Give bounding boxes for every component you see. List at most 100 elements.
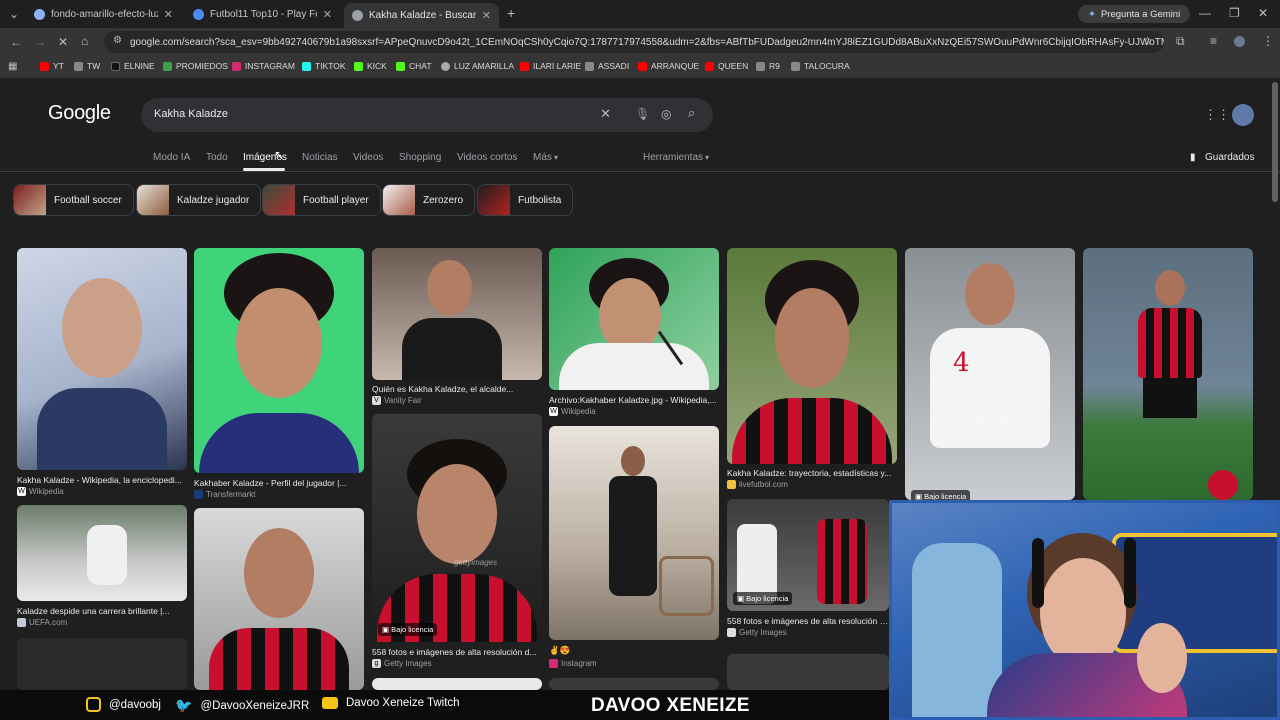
chip-zerozero[interactable]: Zerozero [382, 184, 476, 216]
search-box[interactable]: Kakha Kaladze ✕ 🎙 ◎ ⌕ [141, 98, 713, 132]
result-image[interactable] [372, 248, 542, 380]
result-card[interactable]: Kakha Kaladze - Wikipedia, la encicloped… [17, 248, 187, 500]
chip-football-player[interactable]: Football player [262, 184, 381, 216]
bookmark-instagram[interactable]: INSTAGRAM [232, 61, 295, 71]
apps-grid-icon[interactable]: ▦ [8, 60, 17, 74]
result-image[interactable]: gettyimages ▣ Bajo licencia [372, 414, 542, 642]
bookmark-elnine[interactable]: ELNINE [111, 61, 155, 71]
result-source[interactable]: W Wikipedia [17, 487, 64, 496]
result-card[interactable]: Quién es Kakha Kaladze, el alcalde... VV… [372, 248, 542, 410]
home-icon[interactable]: ⌂ [81, 34, 88, 48]
tab-todo[interactable]: Todo [206, 152, 228, 163]
gemini-button[interactable]: ✦ Pregunta a Gemini [1078, 5, 1191, 23]
result-source[interactable]: W Wikipedia [549, 407, 596, 416]
bookmark-star-icon[interactable]: ☆ [1142, 34, 1153, 48]
minimize-icon[interactable]: — [1199, 6, 1211, 20]
forward-icon[interactable]: → [34, 35, 46, 49]
saved-button[interactable]: Guardados [1205, 152, 1254, 163]
bookmark-promiedos[interactable]: PROMIEDOS [163, 61, 228, 71]
address-bar[interactable]: ⚙ google.com/search?sca_esv=9bb492740679… [104, 31, 1164, 53]
stop-loading-icon[interactable]: ✕ [58, 35, 68, 49]
result-image[interactable] [194, 248, 364, 473]
result-image[interactable] [549, 678, 719, 690]
result-image[interactable] [17, 505, 187, 601]
saved-icon[interactable]: ▮ [1190, 152, 1196, 163]
result-source[interactable]: Transfermarkt [194, 490, 256, 499]
result-caption[interactable]: Kakhaber Kaladze - Perfil del jugador |.… [194, 478, 364, 488]
chip-futbolista[interactable]: Futbolista [477, 184, 574, 216]
result-source[interactable]: V Vanity Fair [372, 396, 422, 405]
result-card[interactable] [549, 678, 719, 690]
extensions-icon[interactable]: ⧉ [1176, 34, 1185, 48]
tab-noticias[interactable]: Noticias [302, 152, 338, 163]
result-card[interactable]: ✌️😍 Instagram [549, 426, 719, 671]
result-card[interactable] [17, 638, 187, 690]
clear-search-icon[interactable]: ✕ [600, 107, 611, 121]
microphone-icon[interactable]: 🎙 [635, 107, 650, 121]
chip-football-soccer[interactable]: Football soccer [13, 184, 134, 216]
result-image[interactable]: 4 gettyimages ▣ Bajo licencia [905, 248, 1075, 500]
new-tab-icon[interactable]: + [507, 6, 515, 20]
result-source[interactable]: g Getty Images [372, 659, 432, 668]
result-card[interactable] [727, 654, 889, 690]
bookmark-talocura[interactable]: TALOCURA [791, 61, 850, 71]
result-card[interactable]: Kaladze despide una carrera brillante |.… [17, 505, 187, 630]
chip-kaladze-jugador[interactable]: Kaladze jugador [136, 184, 262, 216]
result-caption[interactable]: Kaladze despide una carrera brillante |.… [17, 606, 187, 616]
back-icon[interactable]: ← [10, 35, 22, 49]
bookmark-assadi[interactable]: ASSADI [585, 61, 629, 71]
license-badge[interactable]: ▣ Bajo licencia [911, 490, 971, 500]
bookmark-yt[interactable]: YT [40, 61, 64, 71]
lens-icon[interactable]: ◎ [661, 107, 671, 121]
profile-avatar[interactable] [1234, 36, 1245, 47]
search-icon[interactable]: ⌕ [688, 106, 695, 120]
result-caption[interactable]: Quién es Kakha Kaladze, el alcalde... [372, 384, 542, 394]
result-caption[interactable]: Kakha Kaladze: trayectoria, estadísticas… [727, 468, 897, 478]
reading-list-icon[interactable]: ≡ [1210, 34, 1217, 48]
license-badge[interactable]: ▣ Bajo licencia [378, 623, 438, 636]
result-image[interactable] [17, 248, 187, 470]
result-caption[interactable]: 558 fotos e imágenes de alta resolución … [727, 616, 889, 626]
tab-modo-ia[interactable]: Modo IA [153, 152, 190, 163]
bookmark-chat[interactable]: CHAT [396, 61, 432, 71]
result-image[interactable] [1083, 248, 1253, 500]
result-caption[interactable]: ✌️😍 [549, 645, 719, 656]
result-source[interactable]: livefutbol.com [727, 480, 788, 489]
result-caption[interactable]: Archivo:Kakhaber Kaladze.jpg - Wikipedia… [549, 395, 719, 405]
maximize-icon[interactable]: ❐ [1229, 6, 1240, 20]
tab-3-active[interactable]: Kakha Kaladze - Buscar con Google ✕ [344, 3, 499, 28]
result-caption[interactable]: Kakha Kaladze - Wikipedia, la encicloped… [17, 475, 187, 485]
close-tab-icon[interactable]: ✕ [482, 9, 491, 22]
bookmark-tw[interactable]: TW [74, 61, 100, 71]
bookmark-kick[interactable]: KICK [354, 61, 387, 71]
tab-search-icon[interactable]: ⌄ [9, 7, 19, 21]
result-card[interactable]: Kakhaber Kaladze - Perfil del jugador |.… [194, 248, 364, 503]
result-card[interactable]: ▣ Bajo licencia 558 fotos e imágenes de … [727, 499, 889, 649]
search-input[interactable]: Kakha Kaladze [154, 108, 228, 120]
license-badge[interactable]: ▣ Bajo licencia [733, 592, 793, 605]
result-image[interactable] [727, 654, 889, 690]
result-card[interactable]: 4 gettyimages ▣ Bajo licencia [905, 248, 1075, 500]
result-card[interactable]: gettyimages ▣ Bajo licencia 558 fotos e … [372, 414, 542, 670]
result-card[interactable] [372, 678, 542, 690]
result-card[interactable]: Archivo:Kakhaber Kaladze.jpg - Wikipedia… [549, 248, 719, 418]
tab-videos[interactable]: Videos [353, 152, 383, 163]
result-image[interactable] [727, 248, 897, 464]
close-tab-icon[interactable]: ✕ [164, 8, 173, 21]
result-image[interactable]: ▣ Bajo licencia [727, 499, 889, 611]
site-info-icon[interactable]: ⚙ [113, 35, 122, 46]
tab-shopping[interactable]: Shopping [399, 152, 441, 163]
google-apps-icon[interactable]: ⋮⋮ [1204, 108, 1230, 122]
result-image[interactable] [372, 678, 542, 690]
bookmark-arranque[interactable]: ARRANQUE [638, 61, 699, 71]
bookmark-r9[interactable]: R9 [756, 61, 780, 71]
result-image[interactable] [549, 248, 719, 390]
bookmark-ilari-larie[interactable]: ILARI LARIE [520, 61, 581, 71]
result-source[interactable]: Instagram [549, 659, 597, 668]
tab-mas[interactable]: Más [533, 152, 552, 163]
page-scrollbar[interactable] [1272, 82, 1278, 202]
result-source[interactable]: UEFA.com [17, 618, 67, 627]
result-card[interactable]: Kakha Kaladze: trayectoria, estadísticas… [727, 248, 897, 493]
result-image[interactable] [17, 638, 187, 690]
bookmark-queen[interactable]: QUEEN [705, 61, 748, 71]
